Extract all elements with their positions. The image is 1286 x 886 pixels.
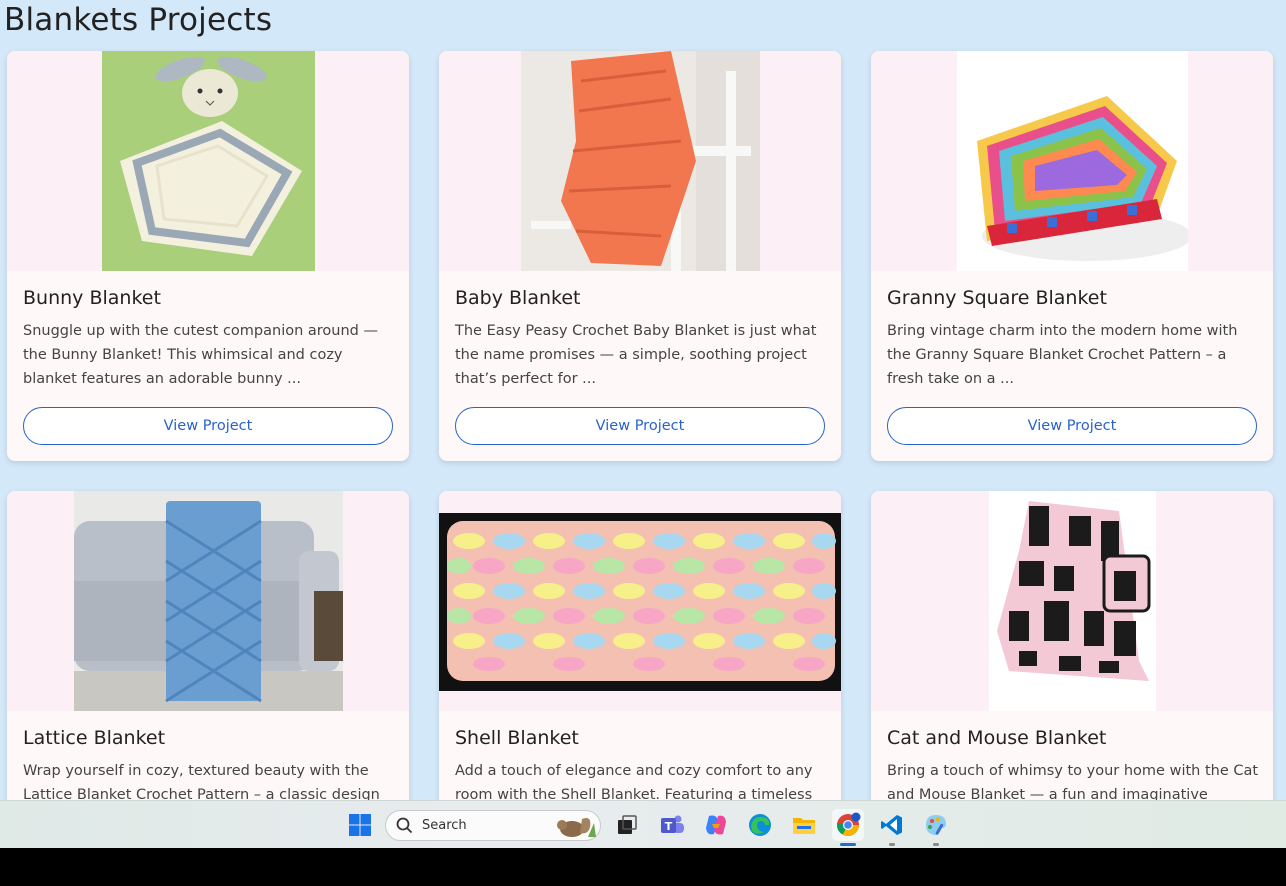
task-view-icon[interactable]	[611, 809, 643, 841]
project-image[interactable]	[871, 51, 1273, 271]
project-card: Granny Square Blanket Bring vintage char…	[871, 51, 1273, 461]
running-indicator	[889, 843, 895, 846]
svg-text:T: T	[665, 820, 673, 833]
vscode-icon[interactable]	[876, 809, 908, 846]
search-highlight-icon	[557, 818, 596, 837]
project-description: Bring vintage charm into the modern home…	[887, 323, 1238, 387]
page-title: Blankets Projects	[4, 2, 273, 38]
screen-bottom-bar	[0, 848, 1286, 886]
project-title: Baby Blanket	[455, 287, 581, 309]
active-indicator	[840, 843, 856, 846]
windows-start-icon[interactable]	[344, 809, 376, 841]
search-label: Search	[422, 818, 467, 833]
granny-square-blanket-photo	[956, 51, 1188, 271]
project-image[interactable]	[7, 51, 409, 271]
project-description: Snuggle up with the cutest companion aro…	[23, 323, 378, 387]
bunny-blanket-photo	[101, 51, 315, 271]
cat-and-mouse-blanket-photo	[988, 491, 1156, 711]
search-icon	[396, 817, 413, 834]
project-image[interactable]	[439, 491, 841, 711]
running-indicator	[933, 843, 939, 846]
chrome-icon[interactable]	[832, 809, 864, 846]
project-title: Shell Blanket	[455, 727, 579, 749]
project-title: Bunny Blanket	[23, 287, 161, 309]
project-image[interactable]	[439, 51, 841, 271]
edge-icon[interactable]	[744, 809, 776, 841]
project-title: Lattice Blanket	[23, 727, 166, 749]
project-title: Cat and Mouse Blanket	[887, 727, 1107, 749]
project-card: Bunny Blanket Snuggle up with the cutest…	[7, 51, 409, 461]
taskbar-search-box[interactable]: Search	[385, 810, 601, 841]
view-project-button[interactable]: View Project	[23, 407, 393, 445]
teams-icon[interactable]: T	[656, 809, 688, 841]
project-image[interactable]	[871, 491, 1273, 711]
project-image[interactable]	[7, 491, 409, 711]
baby-blanket-photo	[520, 51, 760, 271]
taskbar: Search T	[0, 800, 1286, 848]
project-card: Baby Blanket The Easy Peasy Crochet Baby…	[439, 51, 841, 461]
view-project-button[interactable]: View Project	[455, 407, 825, 445]
copilot-icon[interactable]	[700, 809, 732, 841]
shell-blanket-photo	[439, 491, 841, 711]
paint-icon[interactable]	[920, 809, 952, 846]
project-description: The Easy Peasy Crochet Baby Blanket is j…	[455, 323, 817, 387]
file-explorer-icon[interactable]	[788, 809, 820, 841]
lattice-blanket-photo	[73, 491, 343, 711]
project-title: Granny Square Blanket	[887, 287, 1107, 309]
view-project-button[interactable]: View Project	[887, 407, 1257, 445]
